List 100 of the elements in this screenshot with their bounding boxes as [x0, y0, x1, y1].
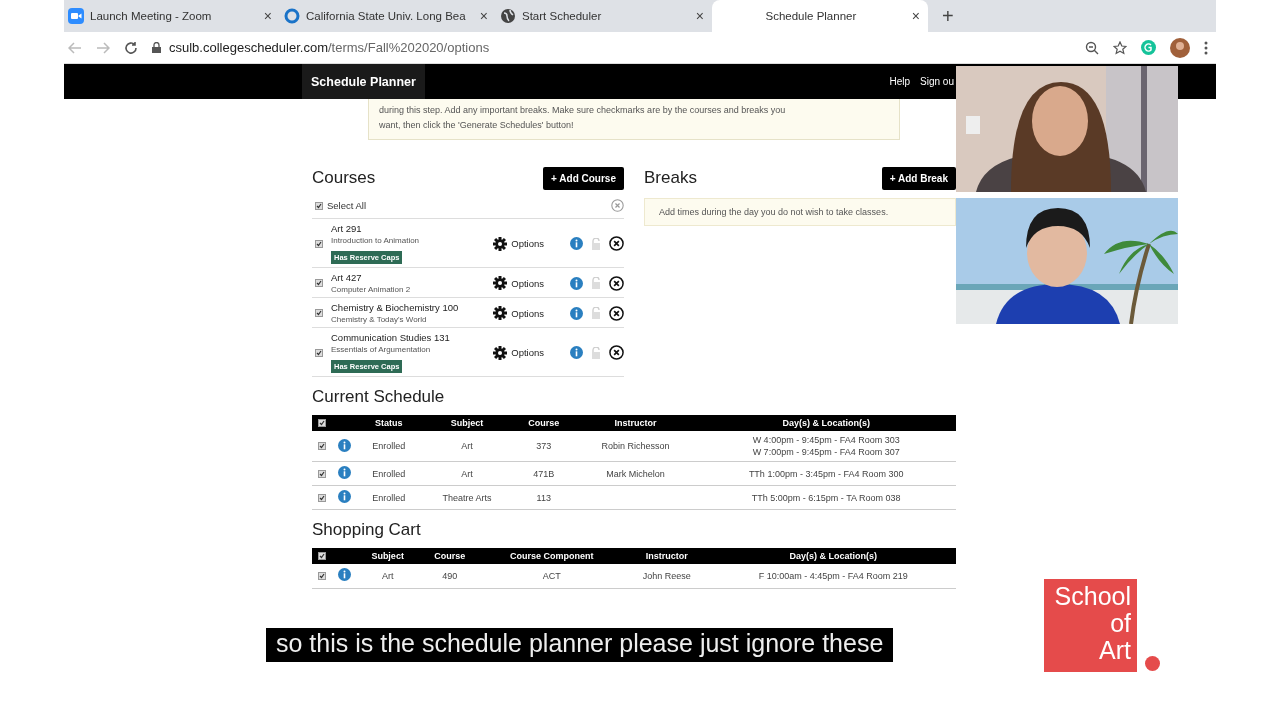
options-button[interactable]: Options: [493, 276, 544, 290]
school-logo: School of Art: [1044, 579, 1137, 672]
logo-dot-icon: [1145, 656, 1160, 671]
remove-icon[interactable]: [609, 236, 624, 251]
new-tab-button[interactable]: +: [942, 4, 954, 28]
table-cell: 490: [419, 564, 481, 588]
select-all-label: Select All: [327, 200, 368, 211]
checkbox[interactable]: [318, 442, 326, 450]
checkbox[interactable]: [318, 493, 326, 502]
star-icon[interactable]: [1113, 40, 1127, 55]
gear-icon: [493, 345, 508, 360]
remove-icon[interactable]: [609, 275, 624, 291]
course-subtitle: Chemistry & Today's World: [331, 315, 428, 324]
checkbox[interactable]: [318, 419, 326, 427]
checkbox[interactable]: [318, 552, 326, 560]
add-course-button[interactable]: + Add Course: [543, 166, 624, 190]
gear-icon: [493, 236, 508, 251]
help-link[interactable]: Help: [889, 76, 911, 87]
table-cell: Art: [421, 431, 513, 462]
add-break-button[interactable]: + Add Break: [881, 166, 956, 190]
course-title: Chemistry & Biochemistry 100: [331, 302, 460, 313]
column-header: Course Component: [480, 548, 624, 564]
gear-icon: [493, 306, 508, 320]
table-cell: Enrolled: [356, 461, 422, 486]
checkbox[interactable]: [315, 201, 323, 210]
column-header: Subject: [421, 415, 513, 431]
course-subtitle: Essentials of Argumentation: [331, 345, 432, 354]
options-button[interactable]: Options: [493, 345, 544, 360]
info-icon[interactable]: [337, 438, 351, 452]
table-cell: TTh 1:00pm - 3:45pm - FA4 Room 300: [696, 461, 956, 486]
info-icon[interactable]: [570, 306, 583, 320]
table-cell: Theatre Arts: [421, 485, 513, 510]
breaks-empty-message: Add times during the day you do not wish to take classes.: [644, 198, 956, 226]
column-header: Day(s) & Location(s): [696, 415, 956, 431]
table-cell: Mark Michelon: [574, 461, 697, 486]
checkbox[interactable]: [315, 279, 323, 287]
checkbox[interactable]: [315, 348, 323, 357]
checkbox[interactable]: [315, 309, 323, 317]
options-button[interactable]: Options: [493, 306, 544, 320]
course-title: Communication Studies 131: [331, 332, 451, 343]
column-header: Instructor: [623, 548, 711, 564]
subtitle-caption: so this is the schedule planner please just ignore these: [266, 628, 894, 662]
remove-icon[interactable]: [609, 345, 624, 360]
checkbox[interactable]: [315, 239, 323, 248]
table-cell: Enrolled: [356, 431, 422, 462]
browser-tab[interactable]: Start Scheduler ×: [496, 0, 712, 32]
close-tab-button[interactable]: ×: [695, 8, 704, 24]
close-tab-button[interactable]: ×: [911, 8, 920, 24]
table-cell: John Reese: [623, 564, 711, 588]
sign-out-link[interactable]: Sign ou: [920, 76, 954, 87]
zoom-icon[interactable]: [1085, 40, 1099, 55]
section-heading: Courses: [312, 168, 376, 188]
browser-tab[interactable]: Launch Meeting - Zoom ×: [64, 0, 280, 32]
browser-tab[interactable]: California State Univ. Long Bea ×: [280, 0, 496, 32]
browser-tab[interactable]: Schedule Planner ×: [712, 0, 928, 32]
column-header: Status: [356, 415, 422, 431]
checkbox[interactable]: [318, 571, 326, 580]
course-title: Art 291: [331, 223, 363, 234]
column-header: Instructor: [574, 415, 697, 431]
table-cell: 471B: [512, 461, 575, 486]
ring-icon: [284, 8, 300, 24]
instructions-notice: during this step. Add any important breaks. Make sure checkmarks are by the courses and breaks you want, then click the 'Generate Schedules' button!: [368, 99, 900, 140]
course-subtitle: Computer Animation 2: [331, 285, 412, 294]
table-cell: ACT: [480, 564, 624, 588]
app-title[interactable]: Schedule Planner: [302, 64, 425, 99]
column-header: Subject: [356, 548, 420, 564]
table-cell: TTh 5:00pm - 6:15pm - TA Room 038: [696, 485, 956, 510]
address-bar[interactable]: csulb.collegescheduler.com/terms/Fall%202020/options: [152, 40, 1071, 55]
column-header: Course: [512, 415, 575, 431]
lock-icon: [152, 42, 161, 53]
course-title: Art 427: [331, 272, 363, 283]
table-cell: Art: [421, 461, 513, 486]
gear-icon: [493, 276, 508, 290]
clear-icon[interactable]: [611, 199, 624, 212]
info-icon[interactable]: [337, 568, 351, 582]
info-icon[interactable]: [570, 346, 583, 359]
table-cell: F 10:00am - 4:45pm - FA4 Room 219: [710, 564, 956, 588]
close-tab-button[interactable]: ×: [479, 8, 488, 24]
avatar-icon[interactable]: [1170, 37, 1190, 58]
table-cell: Enrolled: [356, 485, 422, 510]
section-heading: Shopping Cart: [312, 520, 422, 540]
info-icon[interactable]: [570, 237, 583, 250]
globe-icon: [500, 8, 516, 24]
column-header: Course: [419, 548, 481, 564]
video-camera-icon: [68, 8, 84, 24]
info-icon[interactable]: [337, 466, 351, 479]
table-cell: 373: [512, 431, 575, 462]
section-heading: Current Schedule: [312, 387, 446, 407]
info-icon[interactable]: [570, 276, 583, 290]
close-tab-button[interactable]: ×: [263, 8, 272, 24]
info-icon[interactable]: [337, 490, 351, 503]
menu-icon[interactable]: [1204, 40, 1208, 55]
reload-icon[interactable]: [124, 40, 138, 55]
options-button[interactable]: Options: [493, 236, 544, 251]
remove-icon[interactable]: [609, 305, 624, 321]
table-cell: W 4:00pm - 9:45pm - FA4 Room 303 W 7:00pm - 9:45pm - FA4 Room 307: [696, 431, 956, 462]
table-cell: 113: [512, 485, 575, 510]
section-heading: Breaks: [644, 168, 697, 188]
column-header: Day(s) & Location(s): [710, 548, 956, 564]
checkbox[interactable]: [318, 469, 326, 478]
